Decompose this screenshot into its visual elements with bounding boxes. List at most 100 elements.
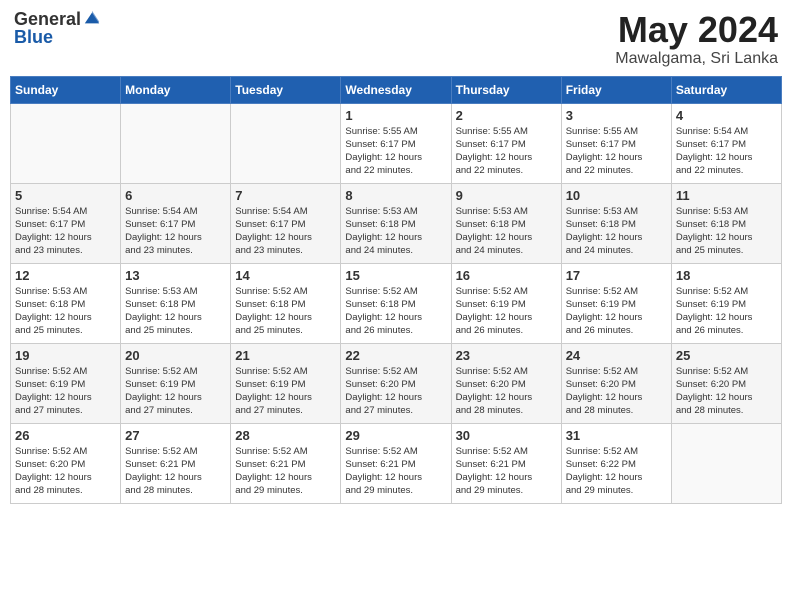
calendar-cell <box>11 103 121 183</box>
day-info: Sunrise: 5:55 AM Sunset: 6:17 PM Dayligh… <box>566 125 667 178</box>
weekday-header-tuesday: Tuesday <box>231 76 341 103</box>
day-info: Sunrise: 5:52 AM Sunset: 6:18 PM Dayligh… <box>235 285 336 338</box>
day-number: 12 <box>15 268 116 283</box>
day-number: 25 <box>676 348 777 363</box>
logo-icon <box>83 9 101 27</box>
calendar-cell: 8Sunrise: 5:53 AM Sunset: 6:18 PM Daylig… <box>341 183 451 263</box>
weekday-header-saturday: Saturday <box>671 76 781 103</box>
calendar-cell: 14 Sunrise: 5:52 AM Sunset: 6:18 PM Dayli… <box>231 263 341 343</box>
day-number: 28 <box>235 428 336 443</box>
day-info: Sunrise: 5:52 AM Sunset: 6:19 PM Dayligh… <box>125 365 226 418</box>
day-info: Sunrise: 5:55 AM Sunset: 6:17 PM Dayligh… <box>345 125 446 178</box>
day-number: 13 <box>125 268 226 283</box>
day-info: Sunrise: 5:52 AM Sunset: 6:19 PM Dayligh… <box>235 365 336 418</box>
calendar-cell: 18 Sunrise: 5:52 AM Sunset: 6:19 PM Dayli… <box>671 263 781 343</box>
day-number: 6 <box>125 188 226 203</box>
logo-text-blue: Blue <box>14 27 53 47</box>
day-info: Sunrise: 5:54 AM Sunset: 6:17 PM Dayligh… <box>15 205 116 258</box>
day-number: 24 <box>566 348 667 363</box>
calendar-cell: 12 Sunrise: 5:53 AM Sunset: 6:18 PM Dayli… <box>11 263 121 343</box>
day-info: Sunrise: 5:53 AM Sunset: 6:18 PM Dayligh… <box>125 285 226 338</box>
calendar-cell: 24Sunrise: 5:52 AM Sunset: 6:20 PM Dayli… <box>561 343 671 423</box>
weekday-header-sunday: Sunday <box>11 76 121 103</box>
location-title: Mawalgama, Sri Lanka <box>615 50 778 68</box>
day-number: 27 <box>125 428 226 443</box>
calendar-table: SundayMondayTuesdayWednesdayThursdayFrid… <box>10 76 782 504</box>
title-block: May 2024 Mawalgama, Sri Lanka <box>615 10 778 68</box>
day-info: Sunrise: 5:52 AM Sunset: 6:19 PM Dayligh… <box>676 285 777 338</box>
day-info: Sunrise: 5:52 AM Sunset: 6:20 PM Dayligh… <box>676 365 777 418</box>
calendar-cell <box>231 103 341 183</box>
calendar-cell: 5 Sunrise: 5:54 AM Sunset: 6:17 PM Daylig… <box>11 183 121 263</box>
day-info: Sunrise: 5:53 AM Sunset: 6:18 PM Dayligh… <box>456 205 557 258</box>
day-number: 4 <box>676 108 777 123</box>
day-number: 26 <box>15 428 116 443</box>
day-info: Sunrise: 5:53 AM Sunset: 6:18 PM Dayligh… <box>15 285 116 338</box>
calendar-cell: 23Sunrise: 5:52 AM Sunset: 6:20 PM Dayli… <box>451 343 561 423</box>
day-info: Sunrise: 5:54 AM Sunset: 6:17 PM Dayligh… <box>125 205 226 258</box>
calendar-week-row: 26 Sunrise: 5:52 AM Sunset: 6:20 PM Dayli… <box>11 423 782 503</box>
day-number: 29 <box>345 428 446 443</box>
calendar-week-row: 1 Sunrise: 5:55 AM Sunset: 6:17 PM Daylig… <box>11 103 782 183</box>
calendar-cell: 15Sunrise: 5:52 AM Sunset: 6:18 PM Dayli… <box>341 263 451 343</box>
calendar-cell: 31 Sunrise: 5:52 AM Sunset: 6:22 PM Dayli… <box>561 423 671 503</box>
day-number: 18 <box>676 268 777 283</box>
day-number: 3 <box>566 108 667 123</box>
day-info: Sunrise: 5:52 AM Sunset: 6:22 PM Dayligh… <box>566 445 667 498</box>
calendar-cell <box>121 103 231 183</box>
day-info: Sunrise: 5:52 AM Sunset: 6:21 PM Dayligh… <box>125 445 226 498</box>
calendar-cell: 9 Sunrise: 5:53 AM Sunset: 6:18 PM Daylig… <box>451 183 561 263</box>
day-info: Sunrise: 5:52 AM Sunset: 6:19 PM Dayligh… <box>456 285 557 338</box>
day-number: 9 <box>456 188 557 203</box>
day-number: 17 <box>566 268 667 283</box>
calendar-week-row: 12 Sunrise: 5:53 AM Sunset: 6:18 PM Dayli… <box>11 263 782 343</box>
day-number: 21 <box>235 348 336 363</box>
weekday-header-monday: Monday <box>121 76 231 103</box>
calendar-week-row: 5 Sunrise: 5:54 AM Sunset: 6:17 PM Daylig… <box>11 183 782 263</box>
day-number: 1 <box>345 108 446 123</box>
weekday-header-row: SundayMondayTuesdayWednesdayThursdayFrid… <box>11 76 782 103</box>
day-number: 10 <box>566 188 667 203</box>
calendar-cell: 25 Sunrise: 5:52 AM Sunset: 6:20 PM Dayli… <box>671 343 781 423</box>
calendar-cell: 22Sunrise: 5:52 AM Sunset: 6:20 PM Dayli… <box>341 343 451 423</box>
calendar-cell: 28 Sunrise: 5:52 AM Sunset: 6:21 PM Dayli… <box>231 423 341 503</box>
day-info: Sunrise: 5:55 AM Sunset: 6:17 PM Dayligh… <box>456 125 557 178</box>
calendar-cell: 2 Sunrise: 5:55 AM Sunset: 6:17 PM Daylig… <box>451 103 561 183</box>
calendar-cell: 30Sunrise: 5:52 AM Sunset: 6:21 PM Dayli… <box>451 423 561 503</box>
calendar-cell: 1 Sunrise: 5:55 AM Sunset: 6:17 PM Daylig… <box>341 103 451 183</box>
day-info: Sunrise: 5:52 AM Sunset: 6:21 PM Dayligh… <box>345 445 446 498</box>
calendar-cell: 7 Sunrise: 5:54 AM Sunset: 6:17 PM Daylig… <box>231 183 341 263</box>
logo: General Blue <box>14 10 101 48</box>
weekday-header-thursday: Thursday <box>451 76 561 103</box>
page-header: General Blue May 2024 Mawalgama, Sri Lan… <box>10 10 782 68</box>
calendar-cell: 3 Sunrise: 5:55 AM Sunset: 6:17 PM Daylig… <box>561 103 671 183</box>
day-number: 19 <box>15 348 116 363</box>
day-info: Sunrise: 5:52 AM Sunset: 6:19 PM Dayligh… <box>15 365 116 418</box>
calendar-cell: 27 Sunrise: 5:52 AM Sunset: 6:21 PM Dayli… <box>121 423 231 503</box>
weekday-header-wednesday: Wednesday <box>341 76 451 103</box>
day-info: Sunrise: 5:52 AM Sunset: 6:21 PM Dayligh… <box>235 445 336 498</box>
calendar-cell: 13 Sunrise: 5:53 AM Sunset: 6:18 PM Dayli… <box>121 263 231 343</box>
month-title: May 2024 <box>615 10 778 50</box>
calendar-cell: 20Sunrise: 5:52 AM Sunset: 6:19 PM Dayli… <box>121 343 231 423</box>
day-info: Sunrise: 5:52 AM Sunset: 6:19 PM Dayligh… <box>566 285 667 338</box>
day-number: 14 <box>235 268 336 283</box>
day-number: 31 <box>566 428 667 443</box>
calendar-cell: 19 Sunrise: 5:52 AM Sunset: 6:19 PM Dayli… <box>11 343 121 423</box>
day-number: 7 <box>235 188 336 203</box>
day-number: 2 <box>456 108 557 123</box>
calendar-cell: 11Sunrise: 5:53 AM Sunset: 6:18 PM Dayli… <box>671 183 781 263</box>
day-number: 5 <box>15 188 116 203</box>
day-info: Sunrise: 5:53 AM Sunset: 6:18 PM Dayligh… <box>345 205 446 258</box>
logo-text-general: General <box>14 10 81 28</box>
calendar-cell: 26 Sunrise: 5:52 AM Sunset: 6:20 PM Dayli… <box>11 423 121 503</box>
day-info: Sunrise: 5:54 AM Sunset: 6:17 PM Dayligh… <box>676 125 777 178</box>
day-info: Sunrise: 5:52 AM Sunset: 6:20 PM Dayligh… <box>15 445 116 498</box>
day-info: Sunrise: 5:53 AM Sunset: 6:18 PM Dayligh… <box>676 205 777 258</box>
calendar-cell: 29 Sunrise: 5:52 AM Sunset: 6:21 PM Dayli… <box>341 423 451 503</box>
day-info: Sunrise: 5:52 AM Sunset: 6:20 PM Dayligh… <box>345 365 446 418</box>
day-info: Sunrise: 5:53 AM Sunset: 6:18 PM Dayligh… <box>566 205 667 258</box>
day-number: 16 <box>456 268 557 283</box>
day-info: Sunrise: 5:54 AM Sunset: 6:17 PM Dayligh… <box>235 205 336 258</box>
day-number: 30 <box>456 428 557 443</box>
